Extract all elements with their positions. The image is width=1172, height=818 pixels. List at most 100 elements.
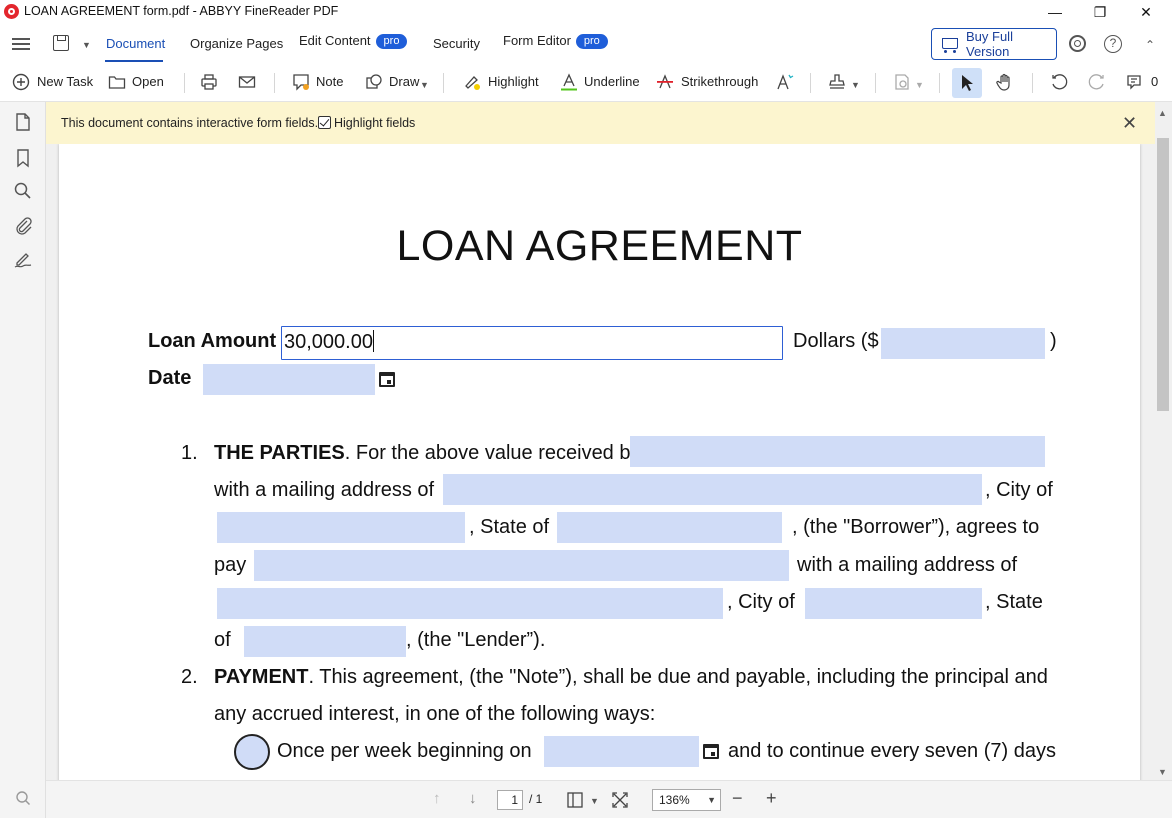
underline-icon: [561, 73, 577, 91]
dollars-label: Dollars ($: [793, 330, 879, 352]
buy-full-version-button[interactable]: Buy Full Version: [931, 28, 1057, 60]
print-icon[interactable]: [200, 73, 218, 91]
comments-count: 0: [1151, 74, 1159, 89]
email-icon[interactable]: [238, 73, 256, 91]
lender-city-field[interactable]: [805, 588, 982, 619]
note-button[interactable]: Note: [316, 74, 343, 89]
borrower-state-field[interactable]: [557, 512, 782, 543]
settings-gear-icon[interactable]: [1069, 35, 1086, 52]
highlight-fields-label[interactable]: Highlight fields: [334, 116, 415, 130]
toolbar-separator: [875, 73, 876, 93]
close-notification-icon[interactable]: ✕: [1122, 113, 1137, 134]
lender-state-field[interactable]: [244, 626, 406, 657]
new-task-plus-icon: [12, 73, 30, 91]
strikethrough-button[interactable]: Strikethrough: [681, 74, 758, 89]
tab-document[interactable]: Document: [106, 36, 165, 51]
title-bar: LOAN AGREEMENT form.pdf - ABBYY FineRead…: [0, 0, 1172, 24]
comments-icon[interactable]: [1126, 73, 1144, 91]
signatures-pen-icon[interactable]: [13, 249, 33, 269]
active-tab-indicator: [105, 60, 163, 62]
help-icon[interactable]: ?: [1104, 35, 1122, 53]
draw-dropdown-chevron-icon[interactable]: ▼: [420, 80, 429, 90]
pages-panel-icon[interactable]: [13, 112, 33, 132]
highlight-fields-checkbox[interactable]: [318, 116, 331, 129]
zoom-select[interactable]: 136% ▼: [652, 789, 721, 811]
scrollbar-thumb[interactable]: [1157, 138, 1169, 411]
pro-badge: pro: [575, 34, 608, 49]
lender-name-field[interactable]: [254, 550, 789, 581]
ocr-search-icon[interactable]: [13, 788, 33, 808]
save-dropdown-chevron-icon[interactable]: ▼: [82, 40, 91, 50]
close-window-button[interactable]: ✕: [1123, 0, 1169, 24]
next-page-arrow-icon[interactable]: ↓: [469, 790, 477, 807]
loan-amount-field[interactable]: 30,000.00: [281, 326, 783, 360]
date-field[interactable]: [203, 364, 375, 395]
pdf-page: LOAN AGREEMENT Loan Amount 30,000.00 Dol…: [59, 144, 1140, 780]
select-tool-button[interactable]: [952, 68, 982, 98]
scroll-up-arrow-icon[interactable]: ▲: [1158, 108, 1167, 118]
restore-button[interactable]: ❐: [1077, 0, 1123, 24]
draw-shapes-icon: [366, 74, 382, 89]
minimize-button[interactable]: —: [1032, 0, 1078, 24]
new-task-button[interactable]: New Task: [37, 74, 93, 89]
scroll-down-arrow-icon[interactable]: ▼: [1158, 767, 1167, 777]
of-text: of: [214, 629, 231, 651]
draw-button[interactable]: Draw: [389, 74, 419, 89]
bookmarks-panel-icon[interactable]: [13, 148, 33, 168]
borrower-text: , (the "Borrower”), agrees to: [792, 516, 1040, 538]
page-layout-icon[interactable]: [566, 791, 584, 809]
undo-icon[interactable]: [1050, 73, 1068, 91]
tab-edit-content[interactable]: Edit Content pro: [299, 33, 408, 49]
collapse-ribbon-chevron-icon[interactable]: ⌃: [1145, 38, 1155, 52]
borrower-address-field[interactable]: [443, 474, 982, 505]
zoom-in-icon[interactable]: +: [766, 788, 777, 809]
cursor-arrow-icon: [962, 75, 973, 91]
tab-organize-pages[interactable]: Organize Pages: [190, 36, 283, 51]
dollars-field[interactable]: [881, 328, 1045, 359]
item-1-line-2: with a mailing address of: [214, 479, 435, 501]
text-style-icon[interactable]: [776, 73, 794, 91]
item-2-number: 2.: [181, 666, 198, 688]
certify-icon: [895, 74, 909, 90]
lender-text: , (the "Lender”).: [406, 629, 546, 651]
zoom-dropdown-chevron-icon: ▼: [707, 795, 716, 805]
lender-address-field[interactable]: [217, 588, 723, 619]
calendar-icon[interactable]: [379, 372, 395, 387]
tab-security[interactable]: Security: [433, 36, 480, 51]
pay-text: pay: [214, 554, 247, 576]
open-button[interactable]: Open: [132, 74, 164, 89]
page-number-input[interactable]: 1: [497, 790, 523, 810]
document-viewer[interactable]: LOAN AGREEMENT Loan Amount 30,000.00 Dol…: [46, 144, 1155, 780]
previous-page-arrow-icon: ↑: [433, 790, 441, 807]
borrower-name-field[interactable]: [630, 436, 1045, 467]
tab-form-editor[interactable]: Form Editor pro: [503, 33, 608, 49]
toolbar-separator: [810, 73, 811, 93]
stamp-dropdown-chevron-icon[interactable]: ▼: [851, 80, 860, 90]
fit-page-icon[interactable]: [611, 791, 629, 809]
stamp-icon[interactable]: [828, 73, 846, 91]
page-layout-chevron-icon[interactable]: ▼: [590, 796, 599, 806]
toolbar-separator: [1032, 73, 1033, 93]
save-icon[interactable]: [53, 35, 69, 51]
item-2-heading: PAYMENT: [214, 666, 309, 688]
item-2-line-1-text: . This agreement, (the "Note”), shall be…: [308, 666, 1048, 688]
city-of-text: , City of: [985, 479, 1053, 501]
main-menu-icon[interactable]: [12, 38, 30, 50]
borrower-city-field[interactable]: [217, 512, 465, 543]
toolbar: New Task Open Note Draw ▼ Highlight Unde…: [0, 64, 1172, 102]
search-icon[interactable]: [13, 181, 33, 201]
weekly-payment-radio[interactable]: [234, 734, 270, 770]
open-folder-icon: [108, 76, 126, 89]
toolbar-separator: [274, 73, 275, 93]
hand-tool-icon[interactable]: [996, 73, 1014, 91]
underline-button[interactable]: Underline: [584, 74, 640, 89]
item-2-line-1: PAYMENT. This agreement, (the "Note”), s…: [214, 666, 1048, 689]
with-mailing-address-text: with a mailing address of: [797, 554, 1018, 576]
calendar-icon[interactable]: [703, 744, 719, 759]
weekly-start-date-field[interactable]: [544, 736, 699, 767]
highlight-button[interactable]: Highlight: [488, 74, 539, 89]
attachments-paperclip-icon[interactable]: [13, 215, 33, 235]
option-weekly-text: Once per week beginning on: [277, 740, 532, 762]
zoom-out-icon[interactable]: −: [732, 788, 743, 809]
zoom-value: 136%: [659, 793, 690, 807]
